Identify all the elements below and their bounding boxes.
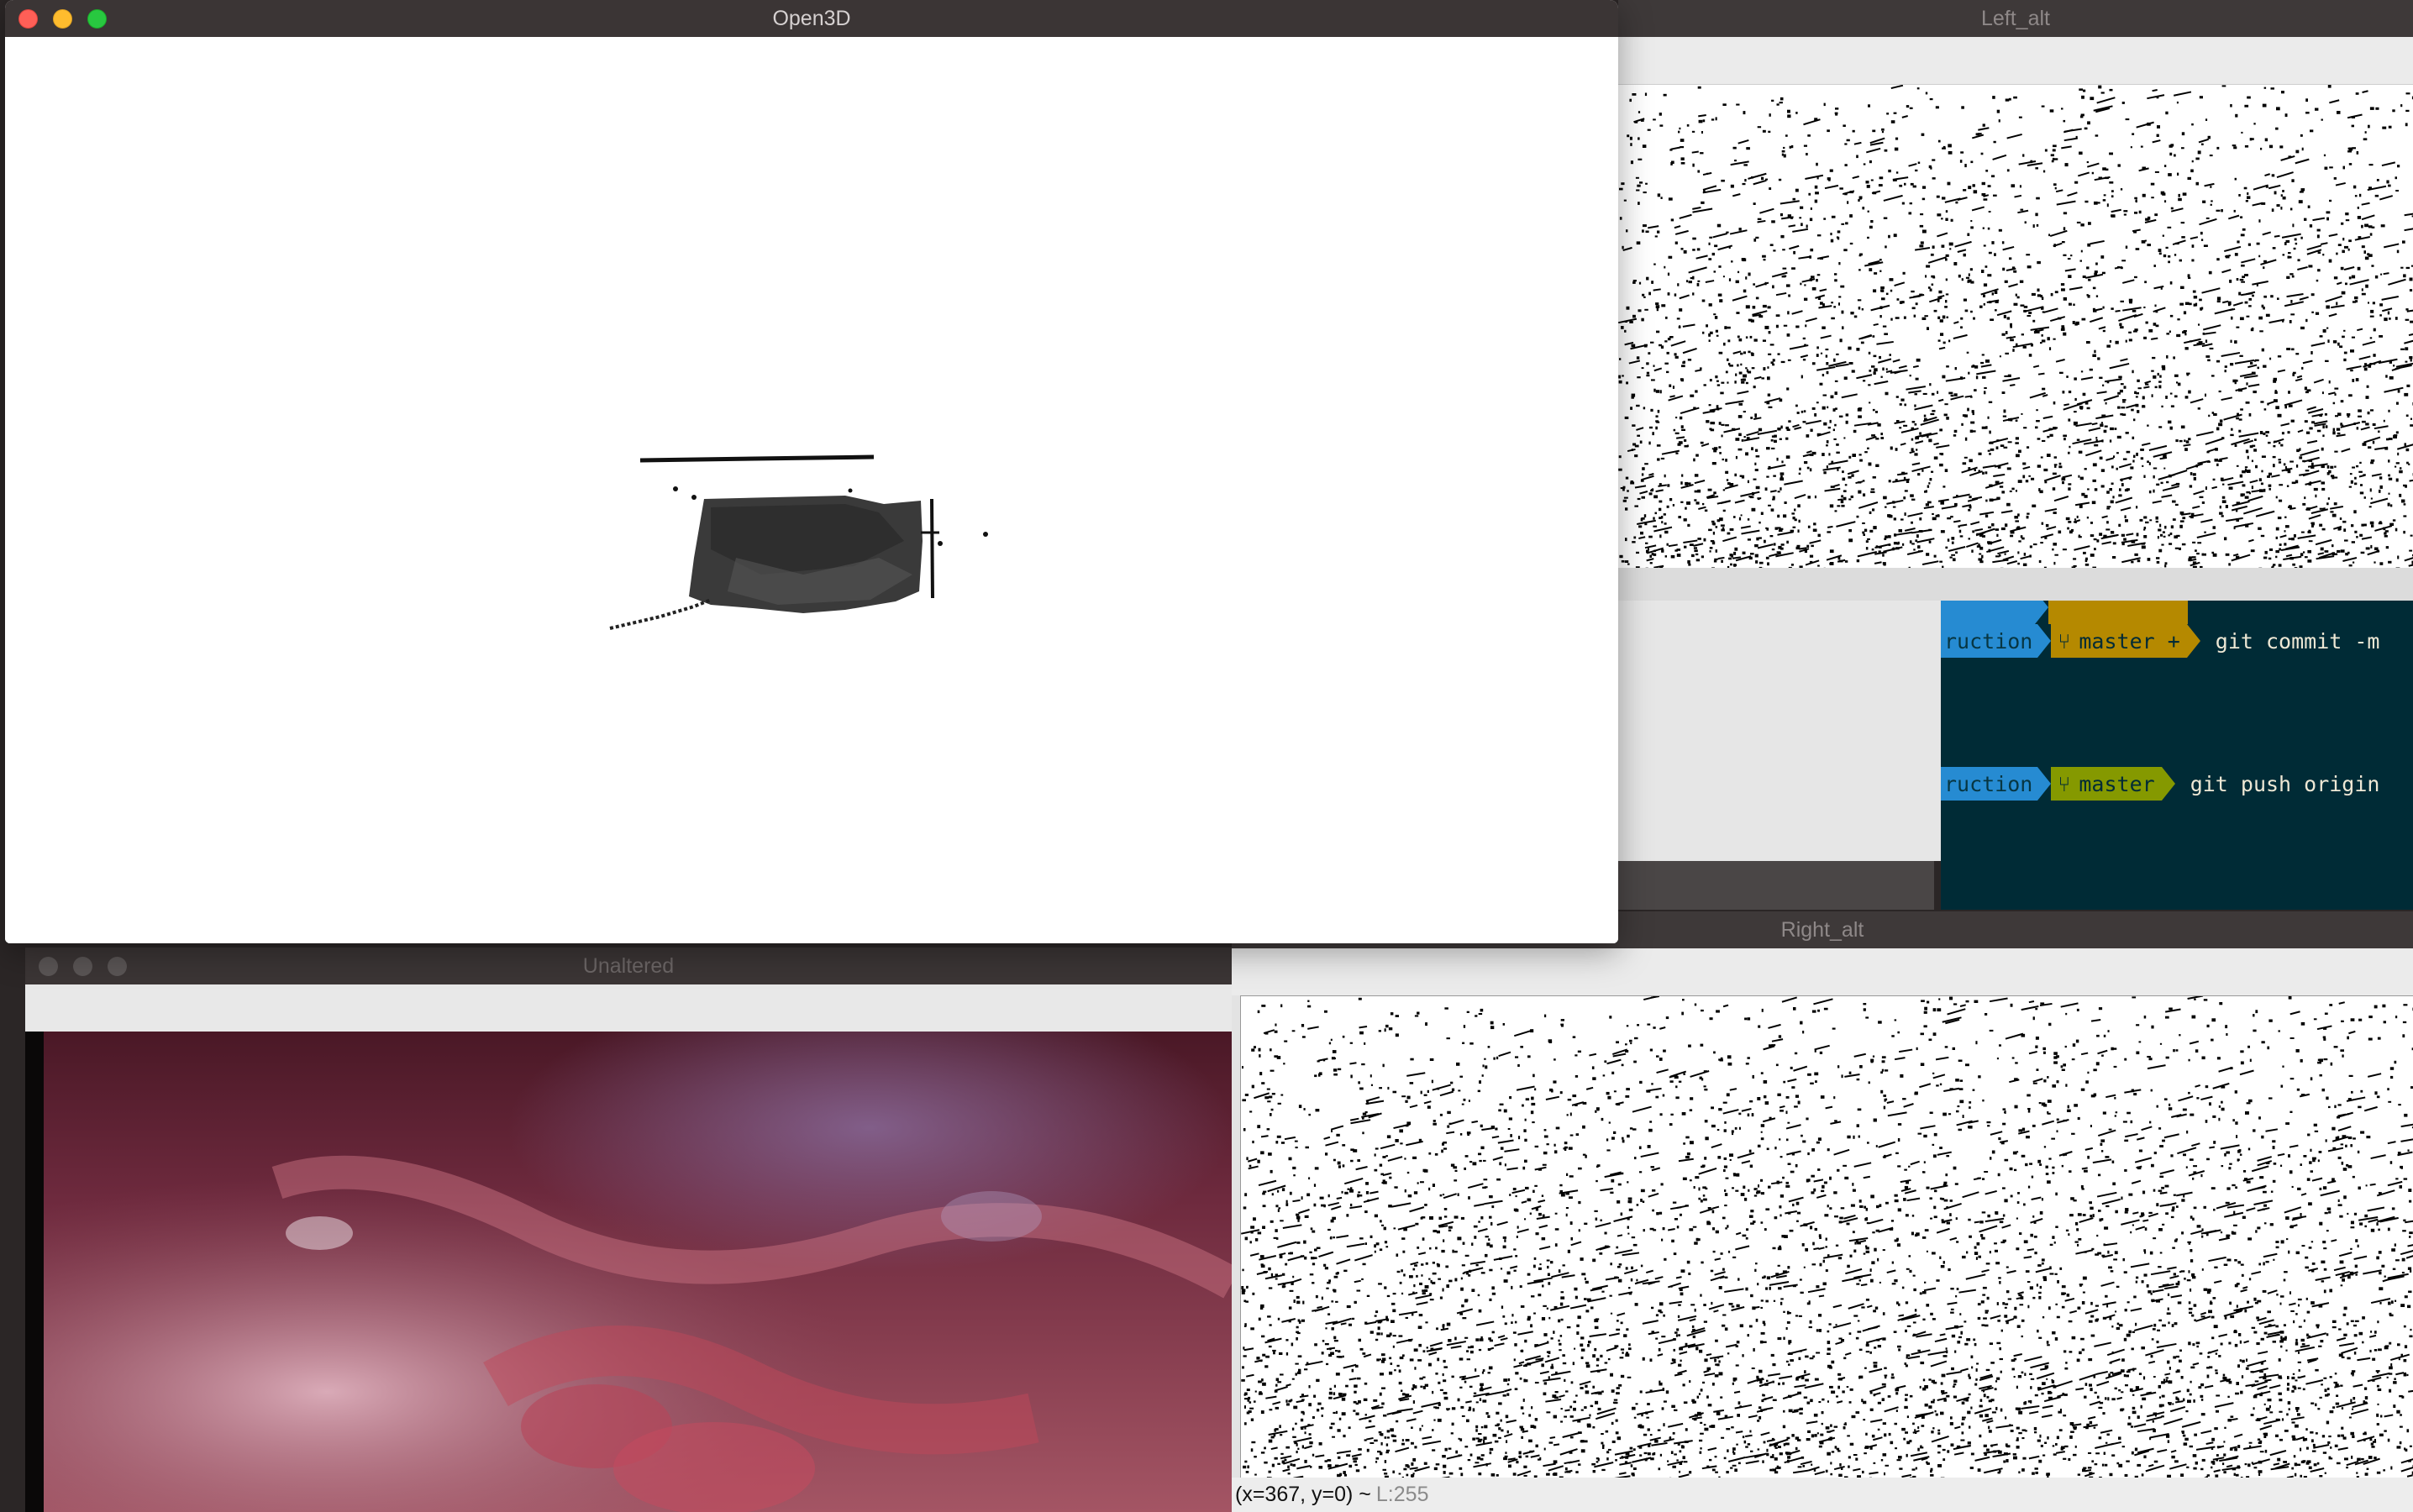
point-cloud-viewport[interactable] (5, 37, 1618, 943)
unaltered-window[interactable]: Unaltered (25, 948, 1232, 1512)
background-window-panel (1618, 601, 1942, 861)
close-button[interactable] (39, 956, 58, 976)
background-window-bar (1618, 861, 1934, 910)
right-alt-title: Right_alt (1780, 917, 1864, 942)
terminal-line-push: ruction ⑂ master git push origin (1941, 767, 2379, 801)
point-cloud-render (609, 454, 988, 630)
terminal-partial-line (1941, 601, 2188, 624)
left-alt-toolbar (1618, 37, 2413, 85)
right-alt-statusbar: (x=367, y=0) ~ L:255 (1232, 1478, 2413, 1512)
left-alt-window[interactable]: Left_alt (1618, 0, 2413, 601)
unaltered-toolbar (25, 984, 1232, 1032)
close-button[interactable] (18, 8, 38, 29)
prompt-branch-segment: ⑂ master + (2051, 624, 2187, 658)
left-alt-titlebar[interactable]: Left_alt (1618, 0, 2413, 37)
pixel-luma-value: L:255 (1375, 1483, 1429, 1506)
left-alt-edge-map (1618, 84, 2413, 571)
endoscope-image (25, 1032, 1232, 1512)
terminal-command: git push origin (2190, 771, 2380, 796)
point-cloud-edge-line (639, 454, 875, 463)
minimize-button[interactable] (73, 956, 92, 976)
terminal-line-commit: ruction ⑂ master + git commit -m (1941, 624, 2379, 658)
tissue-photo (25, 1032, 1232, 1512)
right-alt-window[interactable]: Right_alt (x=367, y=0) ~ L:255 (1232, 911, 2413, 1512)
zoom-button[interactable] (108, 956, 127, 976)
cursor-coords: (x=367, y=0) ~ (1235, 1483, 1371, 1506)
git-branch-icon: ⑂ (2058, 628, 2071, 654)
minimize-button[interactable] (53, 8, 72, 29)
terminal-command: git commit -m (2215, 628, 2380, 654)
right-alt-edge-map (1241, 995, 2413, 1482)
git-branch-icon: ⑂ (2058, 771, 2071, 796)
right-alt-edge-image[interactable] (1240, 995, 2413, 1482)
window-controls (39, 948, 127, 984)
unaltered-title: Unaltered (582, 953, 675, 978)
unaltered-titlebar[interactable]: Unaltered (25, 948, 1232, 984)
prompt-dir-segment: ruction (1941, 624, 2038, 658)
open3d-titlebar[interactable]: Open3D (5, 0, 1618, 37)
prompt-dir-segment: ruction (1941, 767, 2038, 801)
right-alt-toolbar (1232, 948, 2413, 995)
left-alt-title: Left_alt (1980, 6, 2050, 30)
terminal-window[interactable]: ruction ⑂ master + git commit -m ruction… (1941, 601, 2413, 910)
prompt-branch-segment: ⑂ master (2051, 767, 2162, 801)
open3d-title: Open3D (772, 6, 851, 30)
left-alt-edge-image (1618, 84, 2413, 571)
zoom-button[interactable] (87, 8, 107, 29)
window-controls (18, 0, 107, 37)
open3d-window[interactable]: Open3D (5, 0, 1618, 943)
